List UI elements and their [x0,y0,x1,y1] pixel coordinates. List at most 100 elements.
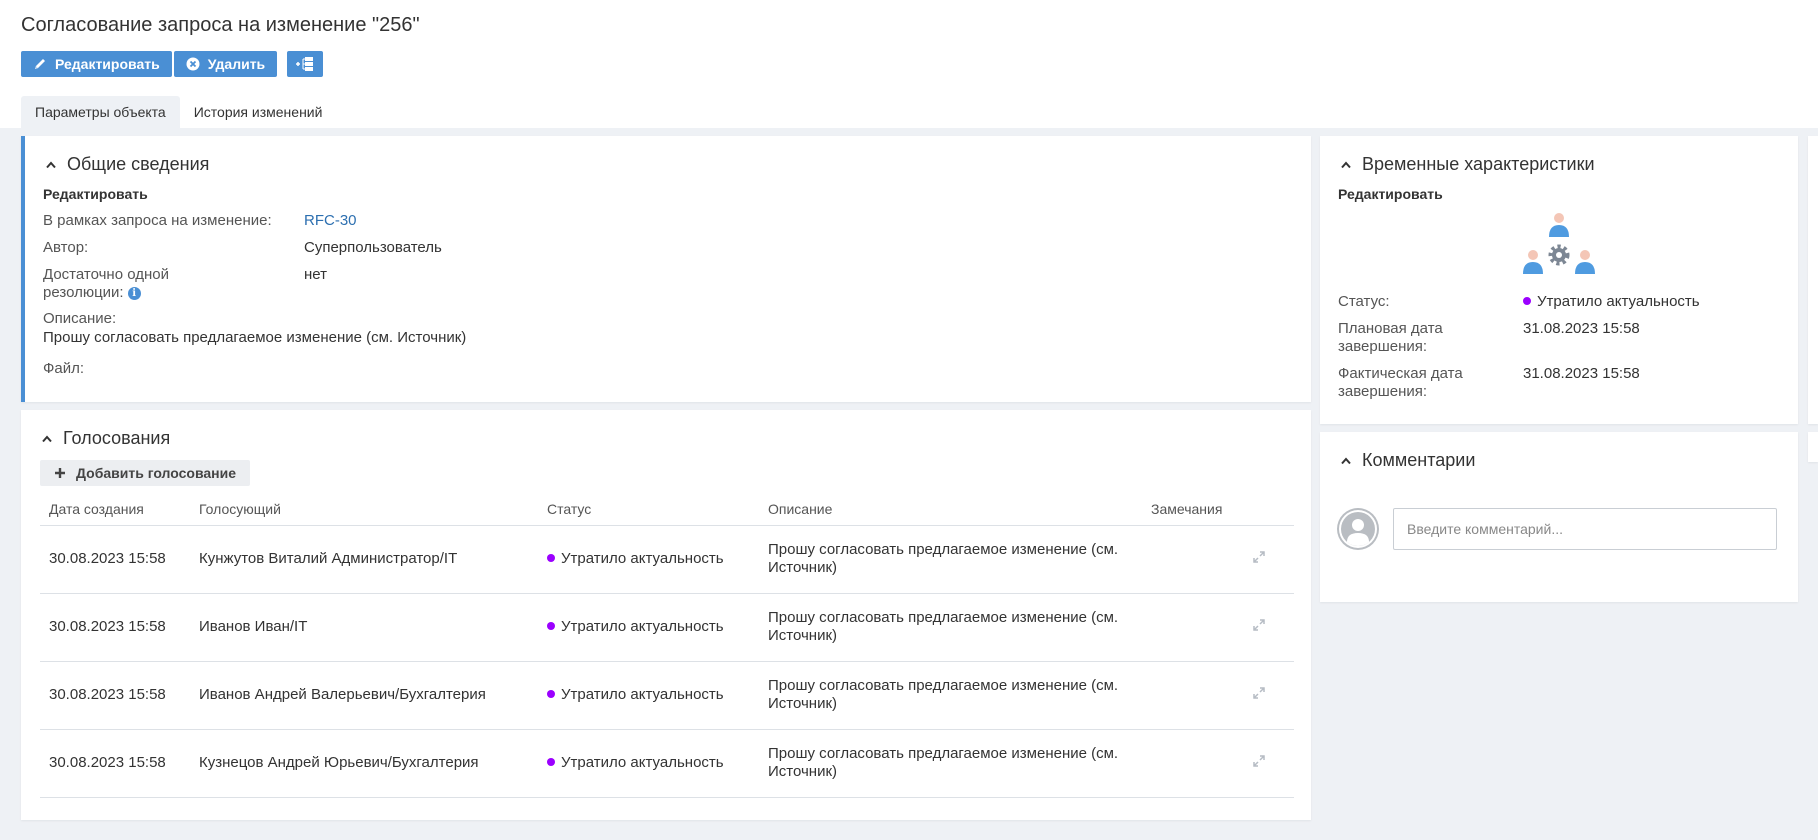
pencil-icon [35,59,45,69]
chevron-up-icon [46,160,56,168]
general-edit-link[interactable]: Редактировать [43,186,148,202]
vote-status: Утратило актуальность [538,729,759,798]
single-resolution-label-line2: резолюции: i [43,284,169,302]
tree-add-icon [296,57,314,71]
status-dot-icon [547,690,555,699]
vote-status-text: Утратило актуальность [561,550,724,567]
status-dot-icon [547,554,555,563]
edit-button[interactable]: Редактировать [21,51,172,77]
vote-status: Утратило актуальность [538,525,759,594]
page-title: Согласование запроса на изменение "256" [21,14,420,36]
planned-date-label-line1: Плановая дата [1338,320,1443,337]
vote-description: Прошу согласовать предлагаемое изменение… [759,729,1142,798]
expand-link-icon[interactable] [1252,618,1266,632]
vote-date: 30.08.2023 15:58 [40,593,190,662]
vote-date: 30.08.2023 15:58 [40,525,190,594]
timing-header[interactable]: Временные характеристики [1340,154,1595,175]
vote-voter-link[interactable]: Иванов Андрей Валерьевич/Бухгалтерия [190,661,538,730]
info-icon[interactable]: i [127,286,141,300]
status-dot-icon [547,758,555,767]
add-vote-button[interactable]: Добавить голосование [40,460,251,486]
delete-button[interactable]: Удалить [173,51,278,77]
vote-status-text: Утратило актуальность [561,618,724,635]
add-vote-label: Добавить голосование [76,465,237,481]
timing-status-value: Утратило актуальность [1523,293,1700,311]
tab-change-history[interactable]: История изменений [180,96,337,128]
expand-link-icon[interactable] [1252,754,1266,768]
expand-link-icon[interactable] [1252,550,1266,564]
chevron-up-icon [1341,160,1351,168]
vote-status: Утратило актуальность [538,661,759,730]
table-row[interactable]: 30.08.2023 15:58 Иванов Иван/IT Утратило… [40,593,1294,662]
timing-card: Временные характеристики Редактировать С… [1320,136,1798,424]
status-dot-icon [547,622,555,631]
vote-remarks [1142,729,1294,798]
actual-date-label: Фактическая дата завершения: [1338,365,1463,401]
rfc-link[interactable]: RFC-30 [304,212,357,230]
avatar [1337,508,1379,550]
column-voter[interactable]: Голосующий [190,493,538,526]
vote-remarks [1142,661,1294,730]
timing-status-label: Статус: [1338,293,1390,310]
single-resolution-label-line1: Достаточно одной [43,266,169,283]
single-resolution-value: нет [304,266,327,283]
general-info-title: Общие сведения [67,154,210,174]
vote-date: 30.08.2023 15:58 [40,729,190,798]
actual-date-value: 31.08.2023 15:58 [1523,365,1640,382]
vote-description: Прошу согласовать предлагаемое изменение… [759,593,1142,662]
votes-table: Дата создания Голосующий Статус Описание… [40,493,1294,798]
description-label: Описание: [43,310,117,327]
tab-object-parameters[interactable]: Параметры объекта [21,96,180,128]
vote-voter-link[interactable]: Кунжутов Виталий Администратор/IT [190,525,538,594]
column-status[interactable]: Статус [538,493,759,526]
timing-edit-link[interactable]: Редактировать [1338,186,1443,202]
timing-status-text: Утратило актуальность [1537,293,1700,310]
comments-card: Комментарии [1320,432,1798,602]
actual-date-label-line1: Фактическая дата [1338,365,1463,382]
table-row[interactable]: 30.08.2023 15:58 Кузнецов Андрей Юрьевич… [40,729,1294,798]
general-info-card: Общие сведения Редактировать В рамках за… [21,136,1311,402]
vote-remarks [1142,593,1294,662]
remove-circle-icon [186,57,200,71]
vote-status-text: Утратило актуальность [561,686,724,703]
author-label: Автор: [43,239,89,256]
planned-date-label: Плановая дата завершения: [1338,320,1443,356]
right-edge-panel-lower [1808,432,1818,462]
votes-header[interactable]: Голосования [41,428,170,449]
add-to-structure-button[interactable] [287,51,324,77]
rfc-label: В рамках запроса на изменение: [43,212,272,229]
expand-link-icon[interactable] [1252,686,1266,700]
column-description[interactable]: Описание [759,493,1142,526]
vote-remarks [1142,525,1294,594]
votes-card: Голосования Добавить голосование Дата со… [21,410,1311,820]
file-label: Файл: [43,360,85,377]
user-icon [1339,510,1377,548]
description-value: Прошу согласовать предлагаемое изменение… [43,329,467,346]
edit-button-label: Редактировать [55,56,160,72]
comment-input[interactable] [1393,508,1777,550]
table-row[interactable]: 30.08.2023 15:58 Иванов Андрей Валерьеви… [40,661,1294,730]
single-resolution-label: Достаточно одной резолюции: i [43,266,169,302]
delete-button-label: Удалить [207,56,266,72]
table-row[interactable]: 30.08.2023 15:58 Кунжутов Виталий Админи… [40,525,1294,594]
approval-group-icon [1523,213,1595,274]
comments-header[interactable]: Комментарии [1340,450,1475,471]
single-resolution-label-text: резолюции: [43,284,124,301]
vote-status: Утратило актуальность [538,593,759,662]
tab-bar: Параметры объекта История изменений [21,96,336,128]
vote-voter-link[interactable]: Кузнецов Андрей Юрьевич/Бухгалтерия [190,729,538,798]
status-dot-icon [1523,297,1531,306]
author-value: Суперпользователь [304,239,442,256]
planned-date-label-line2: завершения: [1338,338,1428,355]
chevron-up-icon [42,434,52,442]
vote-voter-link[interactable]: Иванов Иван/IT [190,593,538,662]
timing-title: Временные характеристики [1362,154,1595,174]
vote-description: Прошу согласовать предлагаемое изменение… [759,525,1142,594]
plus-icon [55,468,65,478]
general-info-header[interactable]: Общие сведения [45,154,209,175]
column-remarks[interactable]: Замечания [1142,493,1294,526]
toolbar: Редактировать Удалить [21,51,324,77]
vote-description: Прошу согласовать предлагаемое изменение… [759,661,1142,730]
chevron-up-icon [1341,456,1351,464]
column-created-date[interactable]: Дата создания [40,493,190,526]
